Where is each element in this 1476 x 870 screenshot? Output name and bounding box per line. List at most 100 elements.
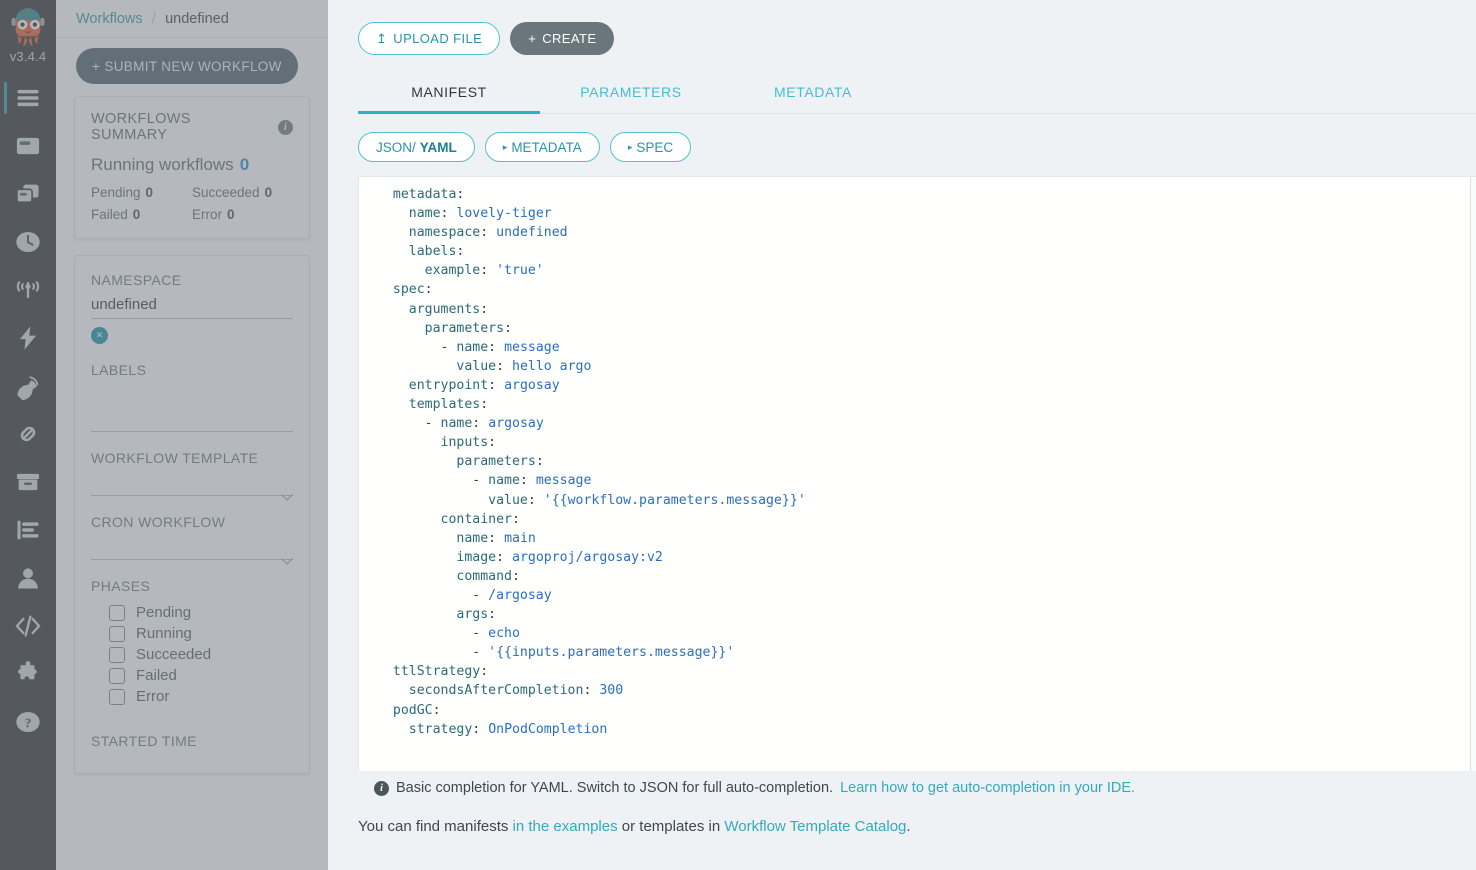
tab-parameters[interactable]: PARAMETERS — [540, 74, 722, 114]
phase-row-succeeded[interactable]: Succeeded — [109, 646, 293, 663]
tab-manifest[interactable]: MANIFEST — [358, 74, 540, 114]
code-line: - name: message — [377, 471, 1476, 490]
cron-workflow-select[interactable] — [91, 530, 293, 560]
archive-box-icon — [14, 468, 42, 496]
app-root: v3.4.4 — [0, 0, 1476, 870]
code-line: value: hello argo — [377, 357, 1476, 376]
sidebar-item-api-docs[interactable] — [0, 602, 56, 650]
sidebar-item-menu[interactable] — [0, 74, 56, 122]
logo-block[interactable]: v3.4.4 — [6, 0, 50, 64]
code-line: arguments: — [377, 300, 1476, 319]
sidebar-item-reports[interactable] — [0, 506, 56, 554]
code-line: name: main — [377, 529, 1476, 548]
code-line: - /argosay — [377, 586, 1476, 605]
code-line: spec: — [377, 280, 1476, 299]
checkbox-succeeded[interactable] — [109, 647, 125, 663]
clock-icon — [14, 228, 42, 256]
workflow-template-catalog-link[interactable]: Workflow Template Catalog — [724, 818, 906, 835]
labels-input[interactable] — [91, 402, 293, 432]
sidebar-item-workflows[interactable] — [0, 122, 56, 170]
nav-items: ? — [0, 74, 56, 746]
editor-mode-pills: JSON/YAML ▸ METADATA ▸ SPEC — [328, 114, 1476, 162]
checkbox-running[interactable] — [109, 626, 125, 642]
puzzle-piece-icon — [14, 660, 42, 688]
code-line: - echo — [377, 624, 1476, 643]
sidebar-item-archived-workflows[interactable] — [0, 458, 56, 506]
copy-stack-icon — [14, 180, 42, 208]
json-yaml-toggle[interactable]: JSON/YAML — [358, 132, 475, 162]
stat-succeeded-value: 0 — [265, 185, 273, 200]
checkbox-error[interactable] — [109, 689, 125, 705]
examples-link[interactable]: in the examples — [513, 818, 618, 835]
tab-metadata[interactable]: METADATA — [722, 74, 904, 114]
sidebar-item-event-sources[interactable] — [0, 314, 56, 362]
editor-vertical-scrollbar[interactable] — [1470, 177, 1476, 771]
hamburger-menu-icon — [14, 84, 42, 112]
help-circle-icon: ? — [14, 708, 42, 736]
plus-icon: + — [92, 59, 100, 74]
phase-row-pending[interactable]: Pending — [109, 604, 293, 621]
footer-post-text: . — [906, 818, 910, 835]
footer-pre-text: You can find manifests — [358, 818, 508, 835]
code-line: inputs: — [377, 433, 1476, 452]
sidebar-item-event-flow[interactable] — [0, 266, 56, 314]
spec-section-toggle[interactable]: ▸ SPEC — [610, 132, 691, 162]
code-line: ttlStrategy: — [377, 662, 1476, 681]
phases-label: PHASES — [91, 578, 293, 594]
stat-failed-label: Failed — [91, 207, 128, 222]
workflows-summary-label: WORKFLOWS SUMMARY — [91, 111, 271, 143]
cron-workflow-label: CRON WORKFLOW — [91, 514, 293, 530]
submit-toolbar: + SUBMIT NEW WORKFLOW — [56, 38, 328, 96]
phase-row-running[interactable]: Running — [109, 625, 293, 642]
breadcrumb-root-link[interactable]: Workflows — [76, 11, 143, 27]
sidebar-item-cron-workflows[interactable] — [0, 218, 56, 266]
submit-new-workflow-button[interactable]: + SUBMIT NEW WORKFLOW — [76, 48, 298, 84]
svg-text:?: ? — [25, 716, 32, 731]
stat-error-label: Error — [192, 207, 222, 222]
broadcast-antenna-icon — [14, 276, 42, 304]
phase-row-error[interactable]: Error — [109, 688, 293, 705]
namespace-input[interactable] — [91, 288, 293, 319]
code-line: strategy: OnPodCompletion — [377, 720, 1476, 739]
json-label: JSON/ — [376, 140, 416, 155]
stat-error-value: 0 — [227, 207, 235, 222]
manifest-toolbar: ↥ UPLOAD FILE + CREATE — [328, 0, 1476, 55]
yaml-code-editor[interactable]: metadata: name: lovely-tiger namespace: … — [359, 177, 1476, 739]
running-workflows-row: Running workflows0 — [91, 155, 293, 175]
stat-succeeded: Succeeded0 — [192, 185, 293, 200]
filters-card: NAMESPACE ✕ LABELS WORKFLOW TEMPLATE CRO… — [74, 255, 310, 774]
upload-file-label: UPLOAD FILE — [393, 31, 482, 46]
workflow-template-select[interactable] — [91, 466, 293, 496]
phase-row-failed[interactable]: Failed — [109, 667, 293, 684]
code-line: - name: argosay — [377, 414, 1476, 433]
code-line: parameters: — [377, 452, 1476, 471]
submit-new-workflow-label: SUBMIT NEW WORKFLOW — [104, 59, 281, 74]
info-icon[interactable]: i — [278, 120, 293, 135]
metadata-section-toggle[interactable]: ▸ METADATA — [485, 132, 600, 162]
autocompletion-hint: i Basic completion for YAML. Switch to J… — [358, 771, 1476, 796]
code-line: entrypoint: argosay — [377, 376, 1476, 395]
sidebar-item-user[interactable] — [0, 554, 56, 602]
checkbox-failed[interactable] — [109, 668, 125, 684]
workflows-summary-card: WORKFLOWS SUMMARY i Running workflows0 P… — [74, 96, 310, 239]
sidebar-item-pipelines[interactable] — [0, 410, 56, 458]
yaml-label: YAML — [420, 140, 457, 155]
sidebar-item-plugins[interactable] — [0, 650, 56, 698]
breadcrumb-current: undefined — [165, 11, 229, 27]
sidebar-item-help[interactable]: ? — [0, 698, 56, 746]
ide-autocompletion-link[interactable]: Learn how to get auto-completion in your… — [840, 780, 1135, 796]
code-line: parameters: — [377, 319, 1476, 338]
stat-failed-value: 0 — [133, 207, 141, 222]
upload-file-button[interactable]: ↥ UPLOAD FILE — [358, 22, 500, 55]
checkbox-pending[interactable] — [109, 605, 125, 621]
sidebar-item-sensors[interactable] — [0, 362, 56, 410]
autocompletion-hint-text: Basic completion for YAML. Switch to JSO… — [396, 780, 833, 796]
create-button[interactable]: + CREATE — [510, 22, 614, 55]
workflows-summary-title: WORKFLOWS SUMMARY i — [91, 111, 293, 143]
create-label: CREATE — [542, 31, 596, 46]
sidebar-item-workflow-templates[interactable] — [0, 170, 56, 218]
phase-label-error: Error — [136, 688, 169, 705]
labels-label: LABELS — [91, 362, 293, 378]
clear-namespace-icon[interactable]: ✕ — [91, 327, 108, 344]
person-icon — [14, 564, 42, 592]
